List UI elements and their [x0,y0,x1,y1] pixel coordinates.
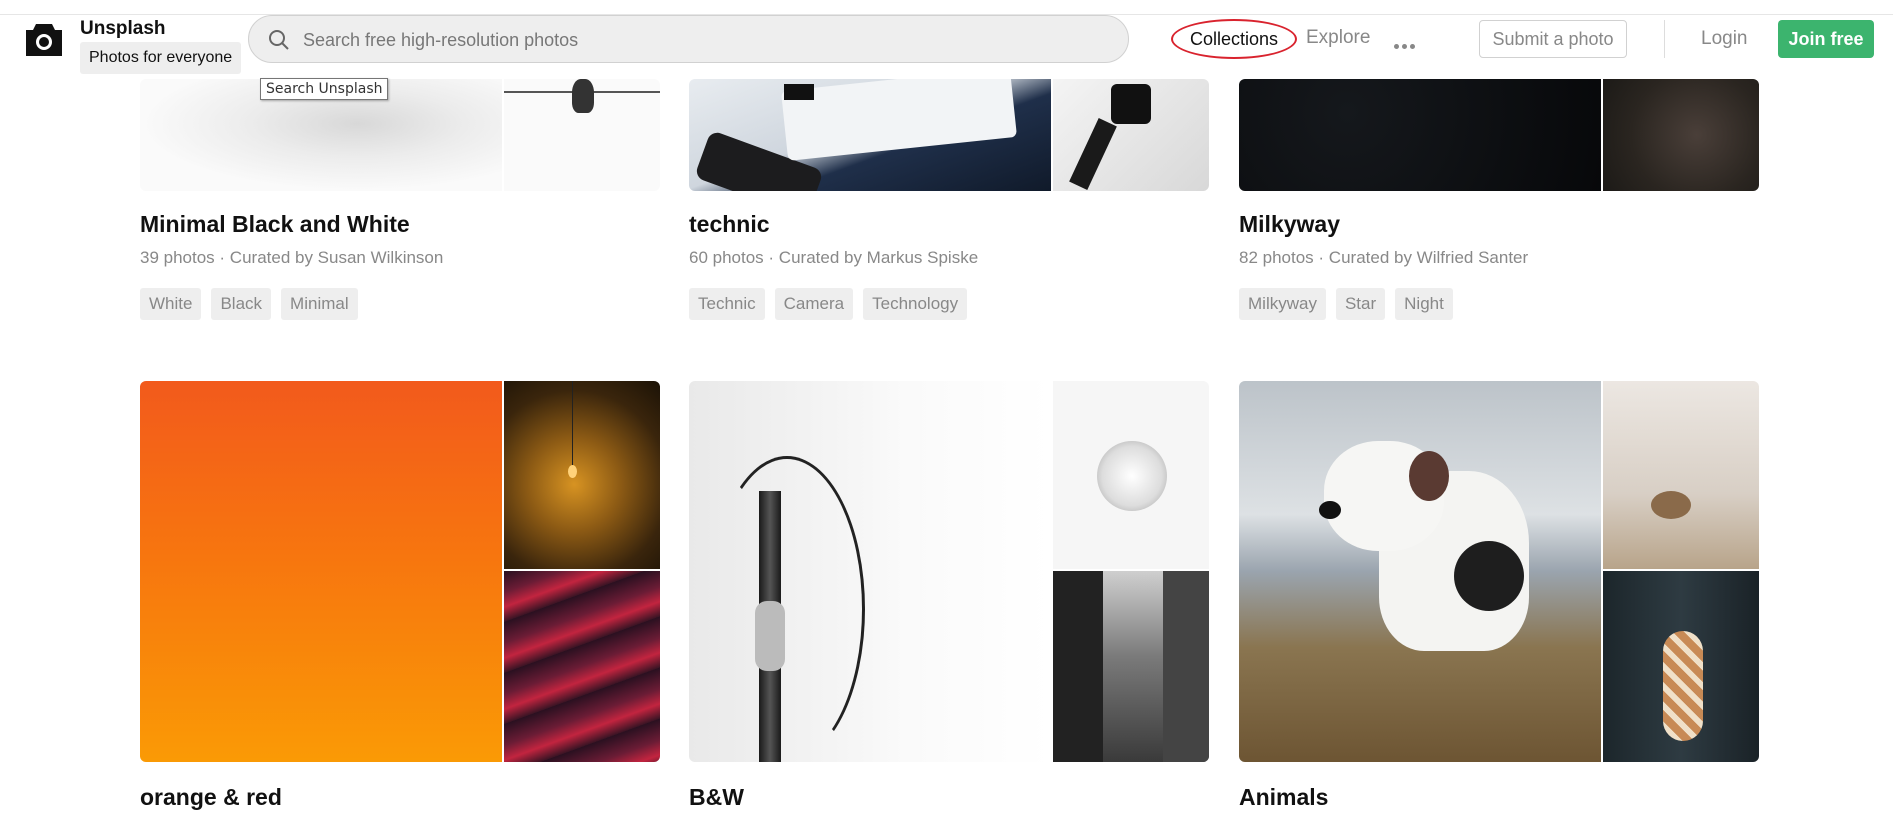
search-bar[interactable] [248,15,1129,63]
tag-chip[interactable]: White [140,288,202,320]
collection-meta: 82 photos · Curated by Wilfried Santer [1239,248,1529,267]
tag-chip[interactable]: Milkyway [1239,288,1326,320]
tag-chip[interactable]: Black [211,288,272,320]
cover-photo [1239,381,1601,762]
tag-chip[interactable]: Camera [774,288,854,320]
join-free-button[interactable]: Join free [1778,20,1874,58]
tag-list: White Black Minimal [140,288,368,320]
collection-meta: 39 photos · Curated by Susan Wilkinson [140,248,444,267]
cover-photo-small [504,571,660,762]
curator[interactable]: Curated by Susan Wilkinson [230,248,444,267]
collection-title[interactable]: orange & red [140,784,282,811]
curator[interactable]: Curated by Wilfried Santer [1329,248,1528,267]
search-tooltip: Search Unsplash [260,78,389,100]
collection-cover[interactable] [1239,381,1759,762]
login-link[interactable]: Login [1701,28,1748,50]
tag-list: Technic Camera Technology [689,288,977,320]
photo-count: 60 photos [689,248,764,267]
nav-explore-link[interactable]: Explore [1306,27,1370,49]
tag-chip[interactable]: Star [1335,288,1386,320]
nav-collections-link[interactable]: Collections [1171,19,1297,59]
collection-title[interactable]: Milkyway [1239,211,1340,238]
brand-tagline: Photos for everyone [80,42,242,74]
camera-logo-icon[interactable] [24,20,64,58]
collection-title[interactable]: Animals [1239,784,1328,811]
search-icon [269,30,289,50]
submit-photo-button[interactable]: Submit a photo [1479,20,1627,58]
collection-meta: 60 photos · Curated by Markus Spiske [689,248,979,267]
top-navbar: Unsplash Photos for everyone Collections… [0,0,1893,79]
tag-chip[interactable]: Technic [689,288,765,320]
cover-photo-small [504,79,660,191]
brand-name: Unsplash [80,18,166,39]
brand[interactable]: Unsplash Photos for everyone [80,18,251,74]
cover-photo-small [1053,571,1209,762]
cover-photo [140,381,502,762]
photo-count: 82 photos [1239,248,1314,267]
photo-count: 39 photos [140,248,215,267]
tag-chip[interactable]: Night [1395,288,1453,320]
cover-photo [689,79,1051,191]
collection-title[interactable]: B&W [689,784,744,811]
curator[interactable]: Curated by Markus Spiske [779,248,978,267]
tag-chip[interactable]: Minimal [281,288,358,320]
collection-cover[interactable] [1239,79,1759,191]
tag-chip[interactable]: Technology [863,288,968,320]
nav-divider [1664,20,1665,58]
cover-photo [1239,79,1601,191]
cover-photo-small [1053,381,1209,569]
cover-photo-small [504,381,660,569]
collection-cover[interactable] [689,79,1209,191]
collection-cover[interactable] [140,79,660,191]
cover-photo-small [1603,381,1759,569]
cover-photo-small [1603,79,1759,191]
collection-title[interactable]: technic [689,211,770,238]
collection-cover[interactable] [140,381,660,762]
collection-title[interactable]: Minimal Black and White [140,211,410,238]
tag-list: Milkyway Star Night [1239,288,1463,320]
collection-cover[interactable] [689,381,1209,762]
cover-photo-small [1603,571,1759,762]
cover-photo-small [1053,79,1209,191]
search-input[interactable] [301,24,1105,56]
cover-photo [689,381,1051,762]
more-icon[interactable] [1394,36,1420,49]
